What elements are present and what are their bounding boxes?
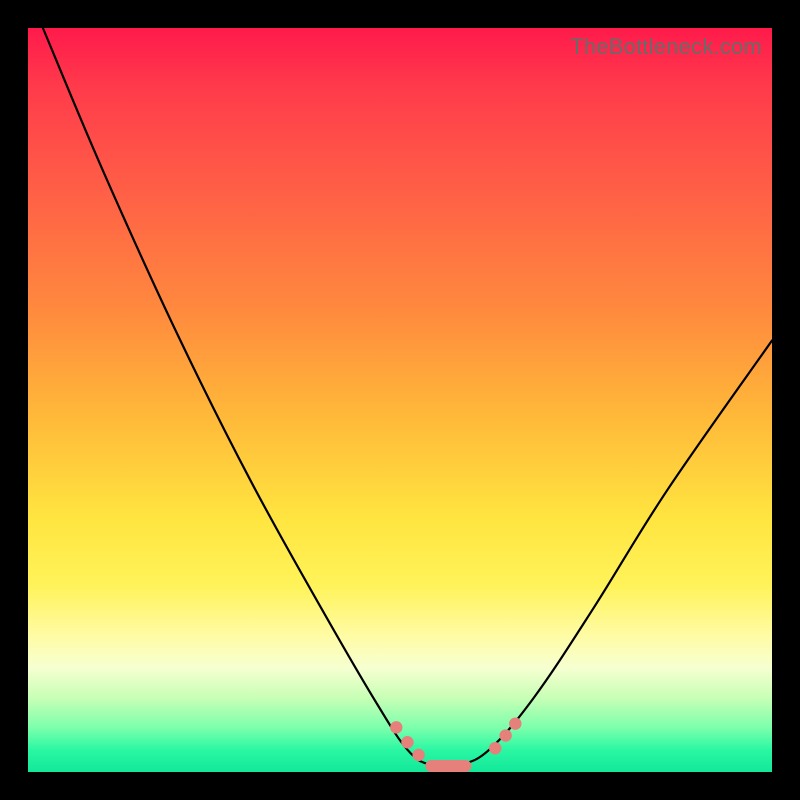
data-point — [499, 729, 511, 741]
chart-frame: TheBottleneck.com — [0, 0, 800, 800]
data-point — [509, 717, 521, 729]
data-point — [489, 742, 501, 754]
chart-plot-area: TheBottleneck.com — [28, 28, 772, 772]
bottleneck-curve — [43, 28, 772, 767]
data-markers — [390, 717, 521, 766]
data-point — [390, 721, 402, 733]
data-point — [412, 749, 424, 761]
chart-svg — [28, 28, 772, 772]
data-point — [401, 736, 413, 748]
